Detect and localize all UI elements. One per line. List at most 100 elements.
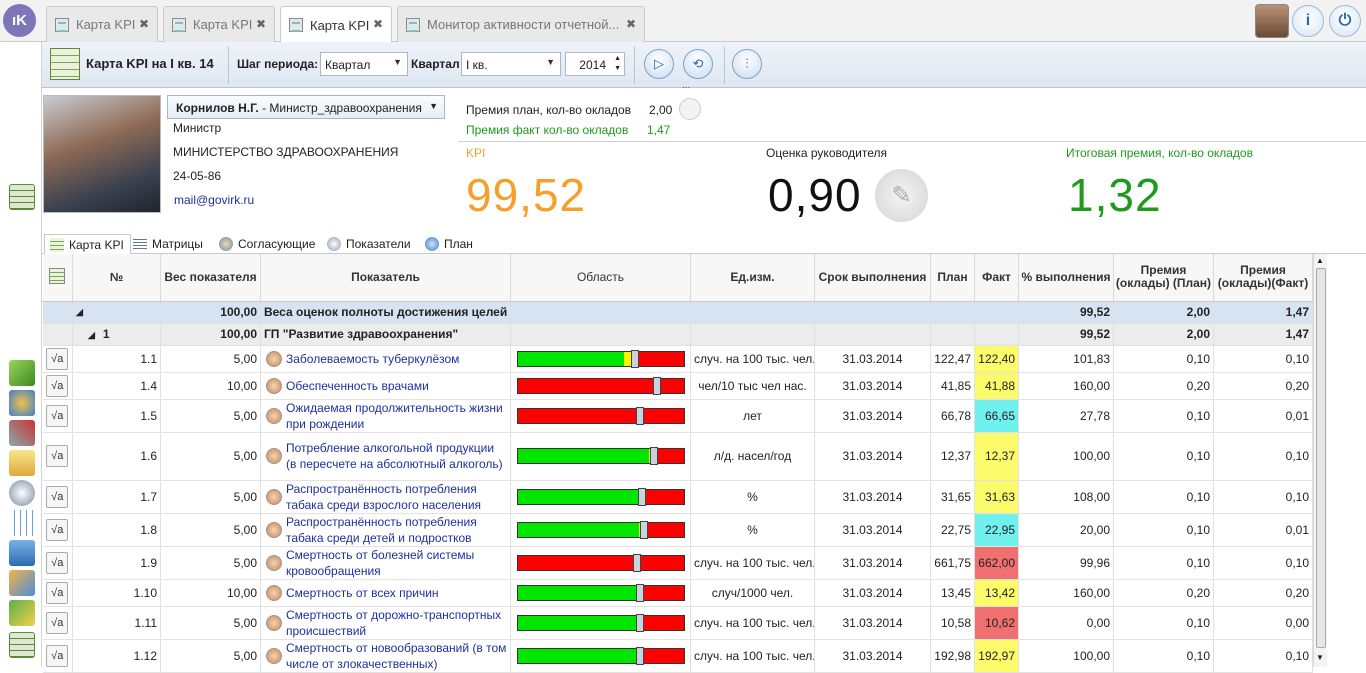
tab-matrices[interactable]: Матрицы: [128, 234, 209, 255]
tools-icon[interactable]: [9, 420, 35, 446]
row-select-button[interactable]: √a: [46, 404, 69, 427]
table-row[interactable]: √a 1.8 5,00 Распространённость потребления …: [42, 513, 1313, 547]
expand-icon[interactable]: ◢: [72, 300, 161, 324]
indicator-link[interactable]: Ожидаемая продолжительность жизни при ро…: [286, 400, 507, 432]
person-email[interactable]: mail@govirk.ru: [174, 193, 254, 207]
row-select-button[interactable]: √a: [46, 374, 69, 397]
indicator-link[interactable]: Заболеваемость туберкулёзом: [286, 351, 507, 367]
tab-kpi-3[interactable]: Карта KPI ✖: [280, 6, 392, 43]
more-label[interactable]: ...: [682, 80, 690, 91]
person-select[interactable]: Корнилов Н.Г. - Министр_здравоохранения ▼: [167, 95, 445, 119]
row-select-button[interactable]: √a: [46, 581, 69, 604]
table-row[interactable]: √a 1.12 5,00 Смертность от новообразований …: [42, 639, 1313, 673]
info-icon[interactable]: i: [1292, 5, 1324, 37]
user-avatar[interactable]: [1255, 4, 1289, 38]
row-check-cell: √a: [42, 606, 73, 640]
table-row[interactable]: √a 1.11 5,00 Смертность от дорожно-транспор…: [42, 606, 1313, 640]
kpi-card-icon[interactable]: [9, 632, 35, 658]
thumb-up-icon[interactable]: [679, 98, 701, 120]
table-row[interactable]: √a 1.4 10,00 Обеспеченность врачами чел/10 т…: [42, 372, 1313, 400]
close-icon[interactable]: ✖: [256, 17, 266, 31]
play-button[interactable]: ▷: [644, 49, 674, 79]
table-row[interactable]: √a 1.10 10,00 Смертность от всех причин случ…: [42, 579, 1313, 607]
close-icon[interactable]: ✖: [626, 17, 636, 31]
col-unit[interactable]: Ед.изм.: [690, 254, 815, 302]
row-select-button[interactable]: √a: [46, 551, 69, 574]
col-bonus-fact[interactable]: Премия (оклады)(Факт): [1213, 254, 1313, 302]
tab-indicators[interactable]: Показатели: [322, 234, 417, 255]
row-select-button[interactable]: √a: [46, 644, 69, 667]
close-icon[interactable]: ✖: [373, 17, 383, 31]
row-weight: 5,00: [160, 432, 261, 481]
column-chooser-icon[interactable]: [49, 267, 66, 284]
tab-plan[interactable]: План: [420, 234, 479, 255]
scroll-up-icon[interactable]: ▲: [1316, 256, 1324, 265]
indicator-link[interactable]: Смертность от дорожно-транспортных проис…: [286, 607, 507, 639]
table-row[interactable]: √a 1.6 5,00 Потребление алкогольной продукц…: [42, 432, 1313, 481]
col-indicator[interactable]: Показатель: [260, 254, 511, 302]
col-fact[interactable]: Факт: [974, 254, 1019, 302]
period-step-select[interactable]: Квартал ▼: [320, 52, 408, 76]
row-select-button[interactable]: √a: [46, 611, 69, 634]
col-pct[interactable]: % выполнения: [1018, 254, 1114, 302]
row-fact: 192,97: [974, 639, 1019, 673]
bar-marker: [652, 376, 661, 395]
group-weight: 100,00: [160, 300, 261, 324]
row-bonus-fact: 0,10: [1213, 639, 1313, 673]
row-select-button[interactable]: √a: [46, 445, 69, 467]
indicator-link[interactable]: Смертность от болезней системы кровообра…: [286, 547, 507, 579]
tab-approvers[interactable]: Согласующие: [214, 234, 321, 255]
chart-icon[interactable]: [9, 600, 35, 626]
indicator-link[interactable]: Обеспеченность врачами: [286, 378, 507, 394]
edit-pencil-icon[interactable]: ✎: [875, 169, 928, 222]
table-row[interactable]: √a 1.7 5,00 Распространённость потребления …: [42, 480, 1313, 514]
gears-icon[interactable]: [9, 390, 35, 416]
indicator-link[interactable]: Распространённость потребления табака ср…: [286, 481, 507, 513]
folder-icon[interactable]: [9, 450, 35, 476]
cube-icon[interactable]: [9, 360, 35, 386]
col-due[interactable]: Срок выполнения: [814, 254, 931, 302]
chevron-down-icon: ▼: [546, 57, 555, 67]
indicator-link[interactable]: Потребление алкогольной продукции (в пер…: [286, 440, 507, 472]
settings-sliders-button[interactable]: ⫶: [732, 49, 762, 79]
col-num[interactable]: №: [72, 254, 161, 302]
table-row[interactable]: √a 1.9 5,00 Смертность от болезней системы …: [42, 546, 1313, 580]
col-area[interactable]: Область: [510, 254, 691, 302]
col-bonus-plan[interactable]: Премия (оклады) (План): [1113, 254, 1214, 302]
app-logo[interactable]: ıK: [3, 4, 36, 37]
table-icon[interactable]: [9, 510, 35, 536]
col-weight[interactable]: Вес показателя: [160, 254, 261, 302]
row-num: 1.11: [72, 606, 161, 640]
col-plan[interactable]: План: [930, 254, 975, 302]
indicator-link[interactable]: Распространённость потребления табака ср…: [286, 514, 507, 546]
expand-icon[interactable]: ◢: [88, 330, 95, 340]
group-row[interactable]: ◢ 100,00 Веса оценок полноты достижения …: [42, 300, 1313, 324]
stepper-arrows-icon[interactable]: ▲ ▼: [614, 54, 621, 74]
row-due: 31.03.2014: [814, 606, 931, 640]
tab-kpi-1[interactable]: Карта KPI ✖: [46, 6, 158, 42]
row-select-button[interactable]: √a: [46, 518, 69, 541]
hierarchy-icon[interactable]: [9, 540, 35, 566]
tab-kpi-card[interactable]: Карта KPI: [44, 234, 131, 255]
year-stepper[interactable]: 2014 ▲ ▼: [565, 52, 625, 76]
tab-kpi-2[interactable]: Карта KPI ✖: [163, 6, 275, 42]
scroll-down-icon[interactable]: ▼: [1316, 653, 1324, 662]
refresh-button[interactable]: ⟲: [683, 49, 713, 79]
column-chooser[interactable]: [42, 254, 73, 302]
row-select-button[interactable]: √a: [46, 485, 69, 508]
dashboard-icon[interactable]: [9, 570, 35, 596]
quarter-select[interactable]: I кв. ▼: [461, 52, 561, 76]
subgroup-weight: 100,00: [160, 323, 261, 346]
table-row[interactable]: √a 1.5 5,00 Ожидаемая продолжительность жиз…: [42, 399, 1313, 433]
subgroup-row[interactable]: ◢ 1 100,00 ГП "Развитие здравоохранения" …: [42, 323, 1313, 346]
power-icon[interactable]: ⏻: [1329, 5, 1361, 37]
kpi-map-icon[interactable]: [9, 184, 35, 210]
gauge-icon[interactable]: [9, 480, 35, 506]
scrollbar-thumb[interactable]: [1316, 268, 1326, 648]
indicator-link[interactable]: Смертность от всех причин: [286, 585, 507, 601]
table-row[interactable]: √a 1.1 5,00 Заболеваемость туберкулёзом случ…: [42, 345, 1313, 373]
close-icon[interactable]: ✖: [139, 17, 149, 31]
tab-activity-monitor[interactable]: Монитор активности отчетной... ✖: [397, 6, 645, 42]
vertical-scrollbar[interactable]: ▲ ▼: [1313, 254, 1327, 667]
row-select-button[interactable]: √a: [46, 347, 69, 370]
